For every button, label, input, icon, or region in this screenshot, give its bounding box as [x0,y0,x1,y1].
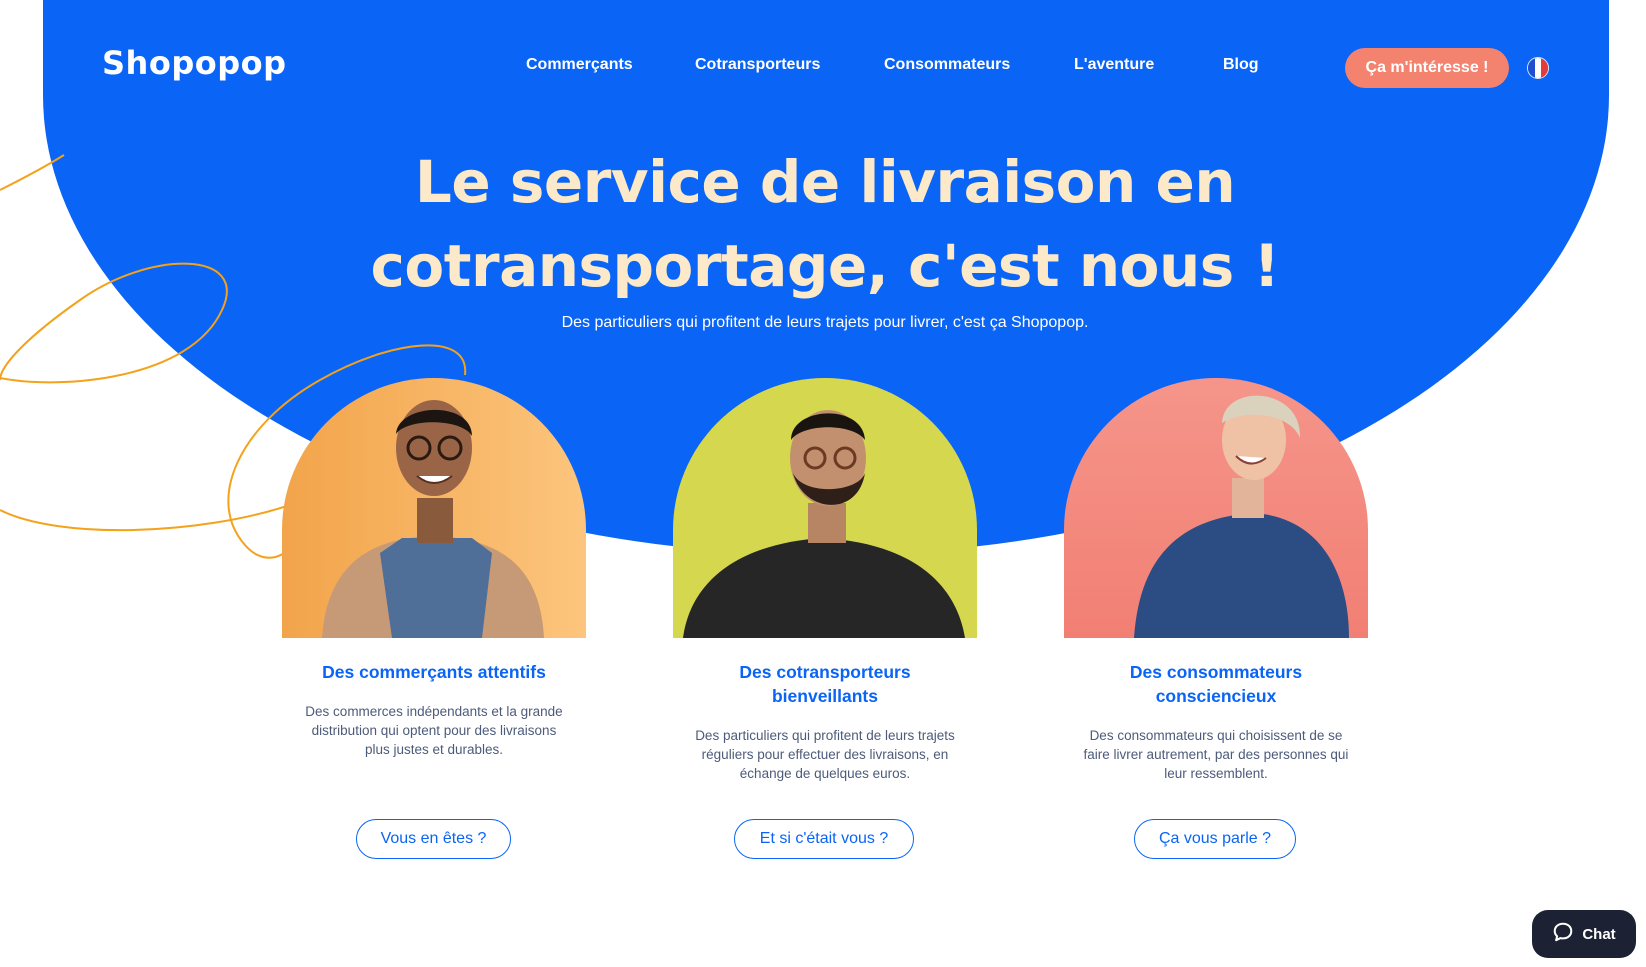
chat-label: Chat [1582,925,1616,943]
nav-link-commercants[interactable]: Commerçants [526,56,633,74]
nav-link-cotransporteurs[interactable]: Cotransporteurs [695,56,820,74]
interest-cta-button[interactable]: Ça m'intéresse ! [1345,48,1509,88]
hero-title: Le service de livraison en cotransportag… [370,148,1280,300]
card-title-merchants: Des commerçants attentifs [322,662,546,682]
flag-fr-icon[interactable] [1527,57,1549,79]
card-title-consumers: Des consommateurs consciencieux [1129,662,1303,706]
cotransporters-button[interactable]: Et si c'était vous ? [734,819,914,859]
nav-link-aventure[interactable]: L'aventure [1074,56,1154,74]
card-text-merchants: Des commerces indépendants et la grande … [305,704,563,757]
merchants-button[interactable]: Vous en êtes ? [356,819,511,859]
card-text-cotransporters: Des particuliers qui profitent de leurs … [695,728,955,781]
nav-link-consommateurs[interactable]: Consommateurs [884,56,1010,74]
consumers-button[interactable]: Ça vous parle ? [1134,819,1296,859]
nav-link-blog[interactable]: Blog [1223,56,1259,74]
card-title-cotransporters: Des cotransporteurs bienveillants [739,662,911,706]
chat-button[interactable]: Chat [1532,910,1636,958]
hero-subtitle: Des particuliers qui profitent de leurs … [561,314,1089,331]
card-text-consumers: Des consommateurs qui choisissent de se … [1083,728,1349,781]
shopopop-logo[interactable]: Shopopop [102,44,287,82]
chat-bubble-icon [1552,921,1574,947]
